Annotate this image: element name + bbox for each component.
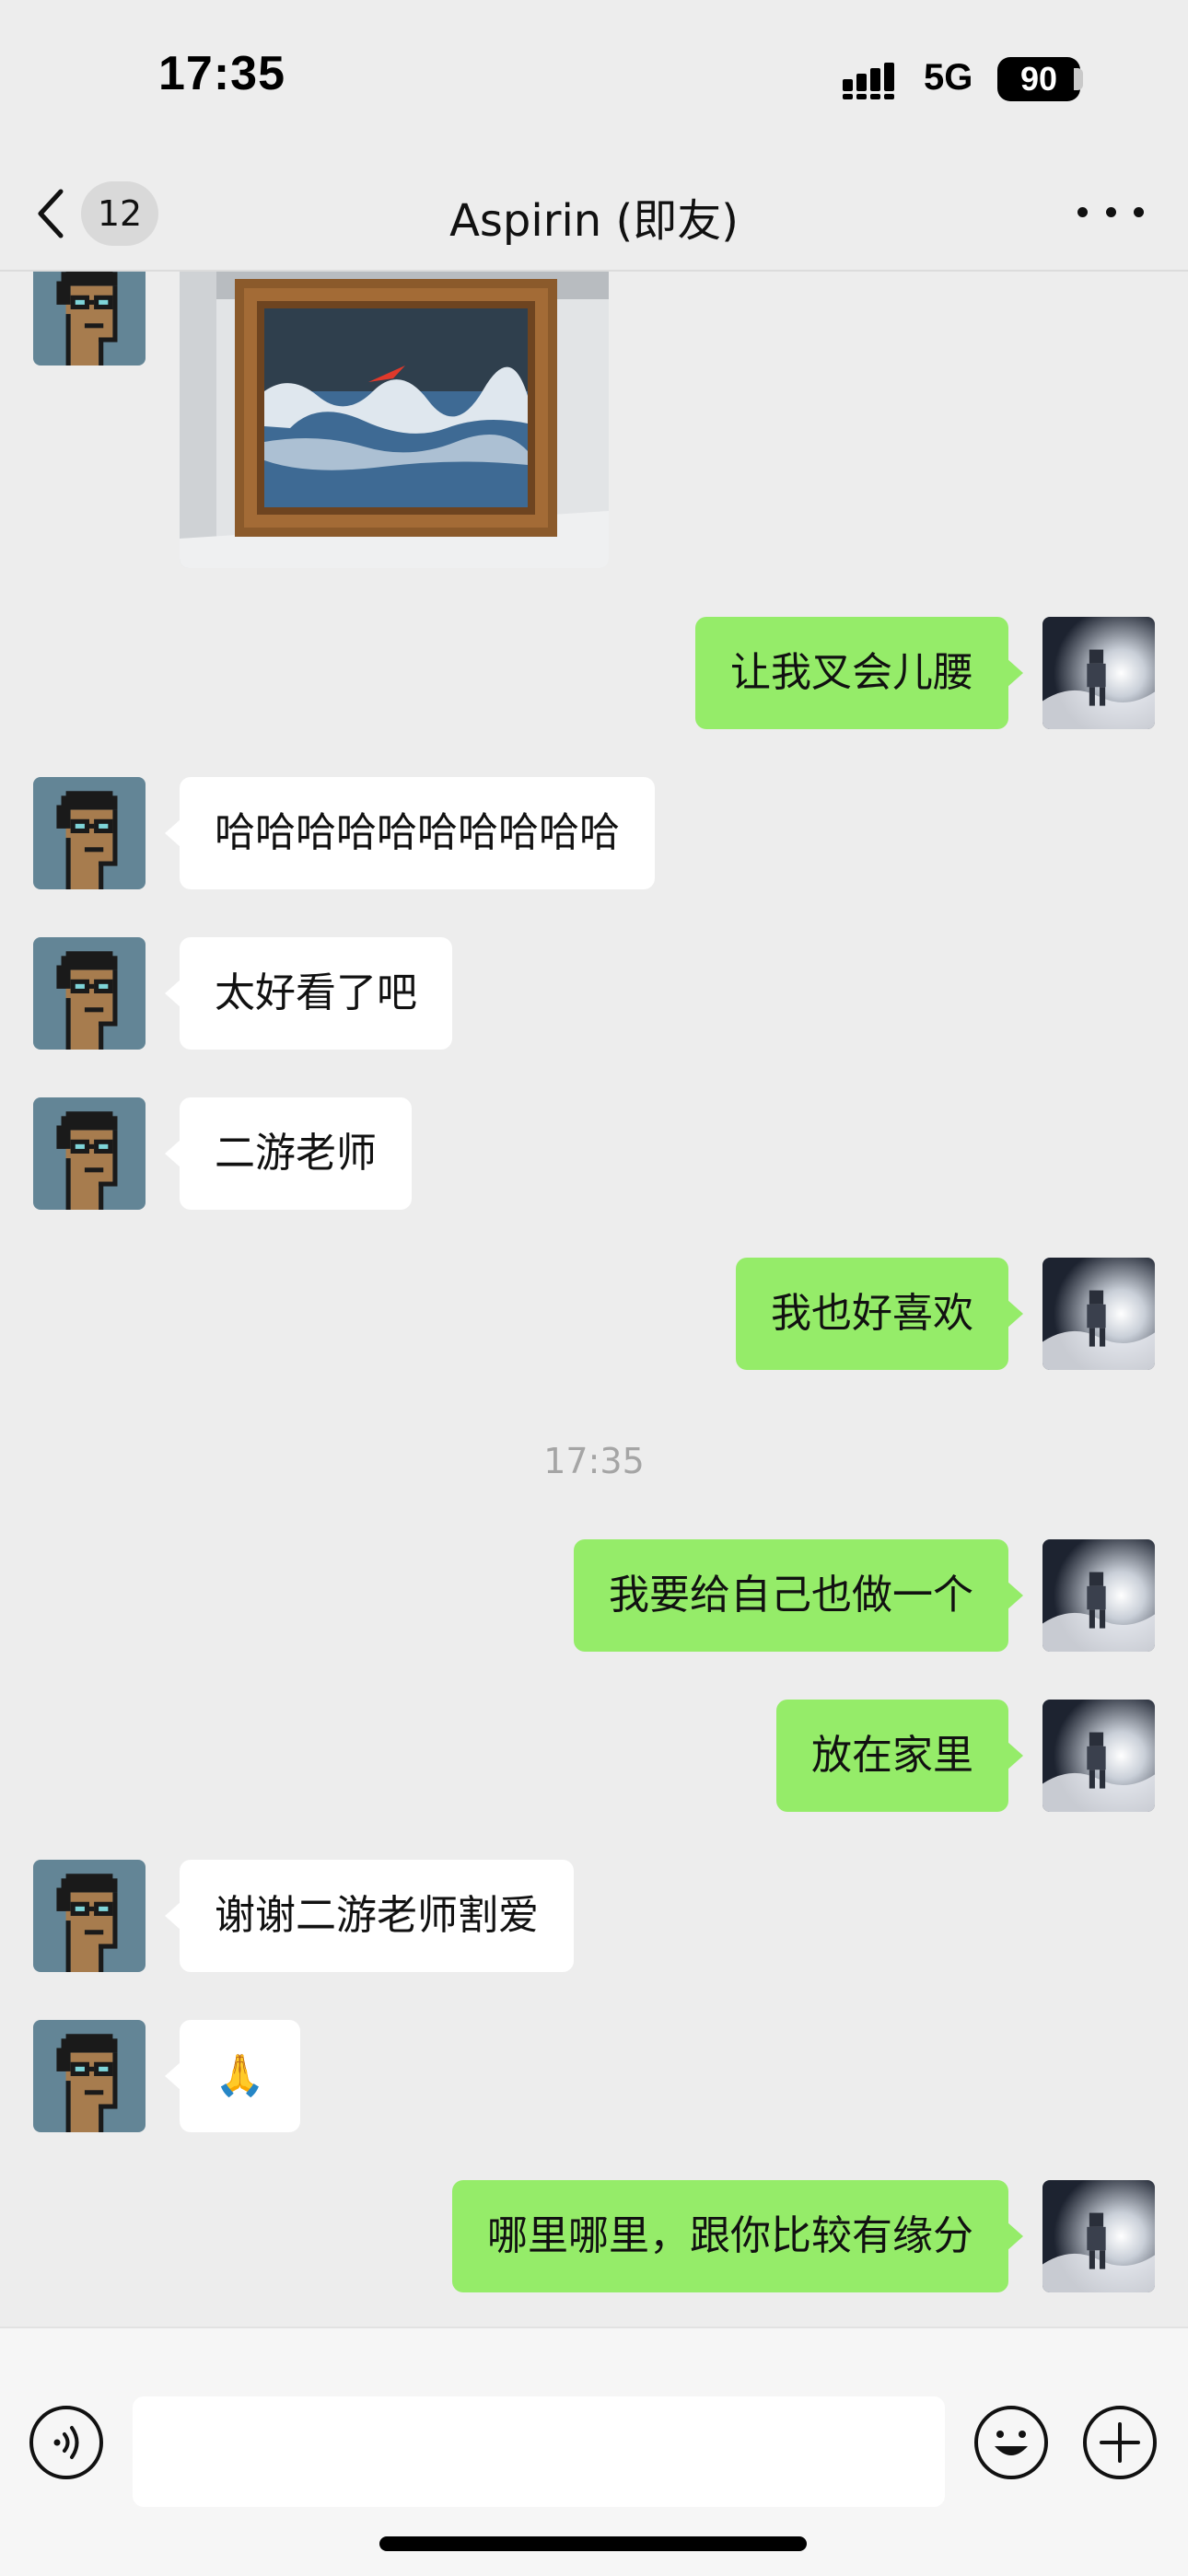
contact-avatar[interactable]: [33, 272, 146, 366]
chat-title: Aspirin (即友): [449, 195, 739, 247]
astronaut-avatar-icon: [1042, 1539, 1155, 1652]
plus-icon[interactable]: [1081, 2404, 1159, 2481]
outgoing-message[interactable]: 放在家里: [776, 1700, 1023, 1812]
more-dots-icon: [1105, 206, 1116, 217]
status-time: 17:35: [158, 47, 285, 100]
status-bar: 17:35 5G 90: [0, 0, 1188, 157]
contact-avatar[interactable]: [33, 777, 146, 889]
message-list[interactable]: 让我叉会儿腰 哈哈哈哈哈哈哈哈哈哈 太好看了吧 二游老师 我也好喜欢 17:35…: [0, 272, 1188, 2325]
my-avatar[interactable]: [1042, 1700, 1155, 1812]
pixel-art-avatar-icon: [33, 937, 146, 1050]
incoming-message[interactable]: 哈哈哈哈哈哈哈哈哈哈: [165, 777, 655, 889]
more-dots-icon: [1134, 206, 1144, 217]
incoming-message[interactable]: 谢谢二游老师割爱: [165, 1860, 574, 1972]
contact-avatar[interactable]: [33, 937, 146, 1050]
contact-avatar[interactable]: [33, 1860, 146, 1972]
my-avatar[interactable]: [1042, 1539, 1155, 1652]
more-dots-icon: [1077, 206, 1088, 217]
home-indicator[interactable]: [379, 2536, 807, 2551]
incoming-emoji-message[interactable]: 🙏: [165, 2020, 300, 2132]
outgoing-message[interactable]: 哪里哪里，跟你比较有缘分: [452, 2180, 1023, 2292]
pixel-art-avatar-icon: [33, 1860, 146, 1972]
my-avatar[interactable]: [1042, 1258, 1155, 1370]
photo-message[interactable]: [180, 272, 609, 568]
astronaut-avatar-icon: [1042, 2180, 1155, 2292]
incoming-message[interactable]: 太好看了吧: [165, 937, 452, 1050]
astronaut-avatar-icon: [1042, 1700, 1155, 1812]
my-avatar[interactable]: [1042, 617, 1155, 729]
my-avatar[interactable]: [1042, 2180, 1155, 2292]
network-type: 5G: [924, 57, 973, 98]
message-timestamp: 17:35: [543, 1441, 645, 1481]
outgoing-message[interactable]: 我要给自己也做一个: [574, 1539, 1023, 1652]
contact-avatar[interactable]: [33, 2020, 146, 2132]
battery-tip: [1074, 68, 1083, 90]
signal-bars-icon: [843, 63, 894, 99]
astronaut-avatar-icon: [1042, 1258, 1155, 1370]
incoming-message[interactable]: 二游老师: [165, 1097, 412, 1210]
pixel-art-avatar-icon: [33, 1097, 146, 1210]
contact-avatar[interactable]: [33, 1097, 146, 1210]
voice-icon[interactable]: [28, 2404, 105, 2481]
emoji-icon[interactable]: [973, 2404, 1050, 2481]
outgoing-message[interactable]: 我也好喜欢: [736, 1258, 1023, 1370]
pixel-art-avatar-icon: [33, 2020, 146, 2132]
pixel-art-avatar-icon: [33, 272, 146, 366]
message-input[interactable]: [133, 2396, 945, 2507]
battery-indicator: 90: [997, 57, 1080, 101]
more-options-button[interactable]: [1077, 184, 1144, 239]
chat-header: 12 Aspirin (即友): [0, 157, 1188, 272]
astronaut-avatar-icon: [1042, 617, 1155, 729]
outgoing-message[interactable]: 让我叉会儿腰: [695, 617, 1023, 729]
framed-painting-image: [180, 272, 609, 568]
pixel-art-avatar-icon: [33, 777, 146, 889]
